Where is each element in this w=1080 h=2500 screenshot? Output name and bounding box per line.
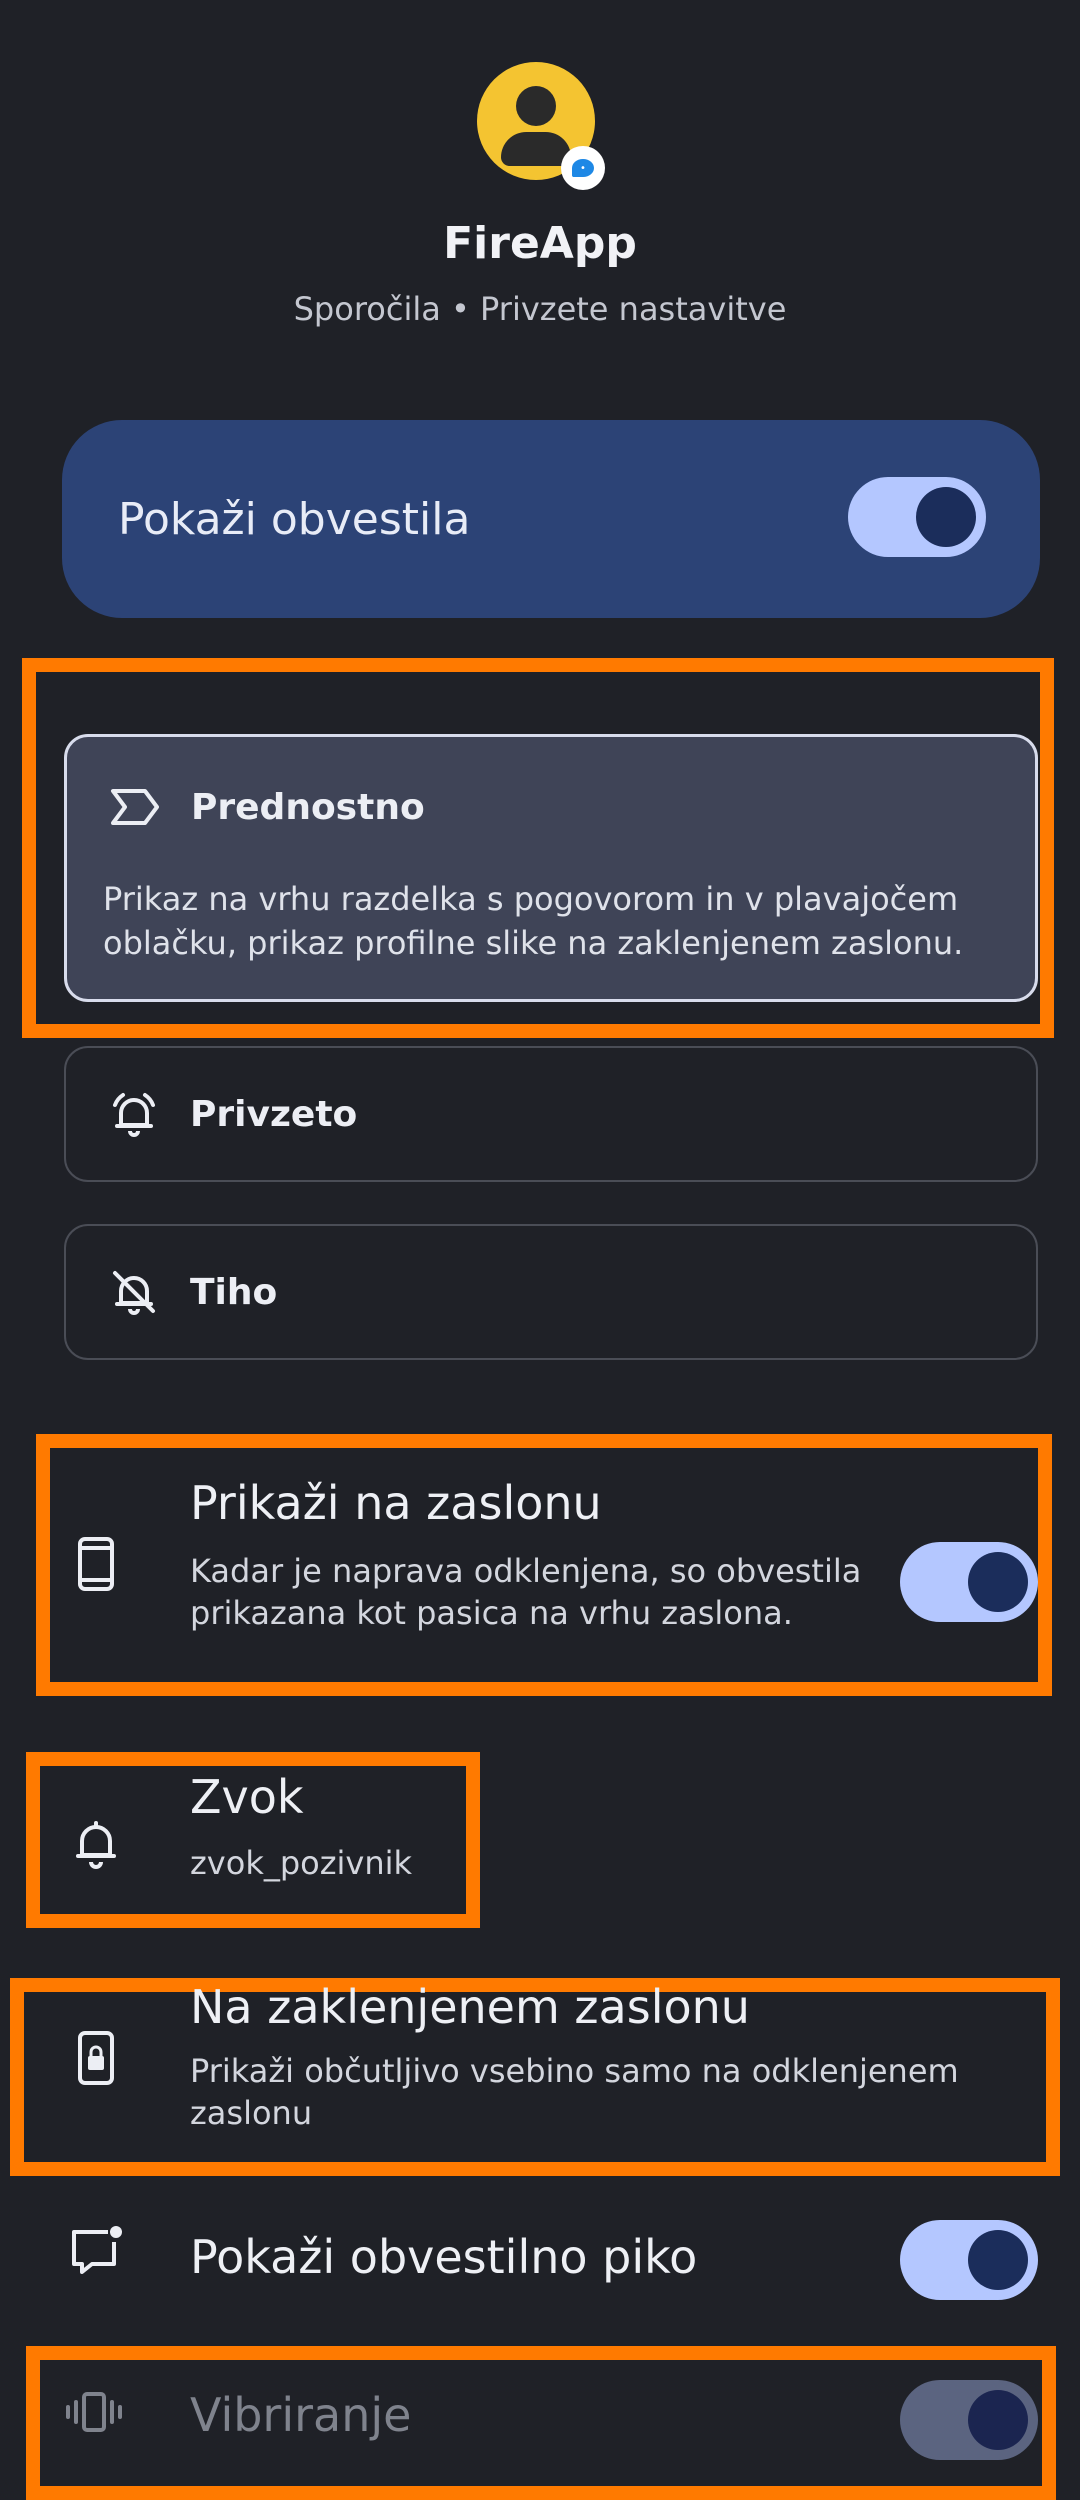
app-subtitle: Sporočila • Privzete nastavitve	[293, 290, 787, 328]
lock-screen-icon	[66, 2028, 126, 2088]
sound-title: Zvok	[190, 1770, 304, 1824]
vibration-title: Vibriranje	[190, 2388, 412, 2442]
notification-dot-title: Pokaži obvestilno piko	[190, 2230, 698, 2284]
toggle-knob	[916, 487, 976, 547]
option-priority-description: Prikaz na vrhu razdelka s pogovorom in v…	[103, 880, 964, 962]
bell-icon	[66, 1814, 126, 1874]
notification-dot-row[interactable]: Pokaži obvestilno piko	[64, 2210, 1044, 2310]
show-notifications-card[interactable]: Pokaži obvestila	[62, 420, 1040, 618]
lock-screen-title: Na zaklenjenem zaslonu	[190, 1980, 750, 2034]
vibration-row[interactable]: Vibriranje	[64, 2366, 1044, 2476]
option-default[interactable]: Privzeto	[64, 1046, 1038, 1182]
show-notifications-label: Pokaži obvestila	[118, 493, 471, 545]
notification-dot-toggle[interactable]	[900, 2220, 1038, 2300]
show-on-screen-row[interactable]: Prikaži na zaslonu Kadar je naprava odkl…	[64, 1476, 1044, 1688]
app-avatar: •	[477, 62, 605, 190]
show-on-screen-title: Prikaži na zaslonu	[190, 1476, 602, 1530]
bell-off-icon	[106, 1264, 162, 1320]
priority-icon	[107, 779, 163, 835]
sound-subtitle: zvok_pozivnik	[190, 1844, 413, 1882]
vibration-toggle[interactable]	[900, 2380, 1038, 2460]
sound-row[interactable]: Zvok zvok_pozivnik	[64, 1770, 464, 1920]
toggle-knob	[968, 1552, 1028, 1612]
lock-screen-row[interactable]: Na zaklenjenem zaslonu Prikaži občutljiv…	[64, 1980, 1044, 2158]
show-on-screen-subtitle: Kadar je naprava odklenjena, so obvestil…	[190, 1552, 862, 1632]
show-notifications-toggle[interactable]	[848, 477, 986, 557]
app-title: FireApp	[443, 218, 637, 269]
option-priority[interactable]: Prednostno Prikaz na vrhu razdelka s pog…	[64, 734, 1038, 1002]
toggle-knob	[968, 2390, 1028, 2450]
option-silent-label: Tiho	[190, 1271, 278, 1313]
vibration-icon	[64, 2382, 124, 2442]
option-priority-label: Prednostno	[191, 786, 425, 828]
option-default-label: Privzeto	[190, 1093, 358, 1135]
option-silent[interactable]: Tiho	[64, 1224, 1038, 1360]
bell-ringing-icon	[106, 1086, 162, 1142]
toggle-knob	[968, 2230, 1028, 2290]
show-on-screen-toggle[interactable]	[900, 1542, 1038, 1622]
phone-icon	[66, 1534, 126, 1594]
chat-bubble-icon: •	[561, 146, 605, 190]
notification-dot-icon	[66, 2220, 126, 2280]
lock-screen-subtitle: Prikaži občutljivo vsebino samo na odkle…	[190, 2052, 959, 2132]
